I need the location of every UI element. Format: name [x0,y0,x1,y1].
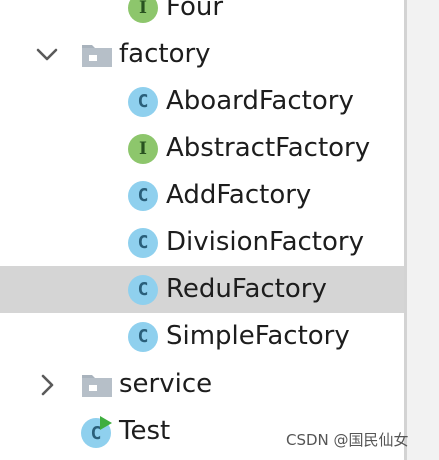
tree-folder-service[interactable]: service [0,361,404,408]
scrollbar-track[interactable] [407,0,439,460]
class-icon: C [128,87,158,117]
folder-icon [82,45,112,67]
project-tree: I Four factory C AboardFactory I Abstrac… [0,0,404,460]
tree-item-label: Four [166,0,224,22]
watermark-text: CSDN @国民仙女 [286,431,409,449]
tree-item-divisionfactory[interactable]: C DivisionFactory [0,219,404,266]
class-icon: C [128,275,158,305]
chevron-down-icon[interactable] [34,42,60,68]
tree-item-addfactory[interactable]: C AddFactory [0,172,404,219]
interface-icon: I [128,0,158,23]
tree-item-label: ReduFactory [166,274,327,304]
tree-item-redufactory[interactable]: C ReduFactory [0,266,404,313]
tree-item-label: AddFactory [166,180,312,210]
class-icon: C [128,181,158,211]
tree-item-label: AbstractFactory [166,133,371,163]
chevron-right-icon[interactable] [34,372,60,398]
tree-item-label: DivisionFactory [166,227,364,257]
tree-item-abstractfactory[interactable]: I AbstractFactory [0,125,404,172]
tree-folder-label: factory [119,39,211,69]
tree-item-label: SimpleFactory [166,321,350,351]
tree-folder-label: service [119,369,213,399]
class-icon: C [128,228,158,258]
tree-item-label: AboardFactory [166,86,354,116]
folder-icon [82,375,112,397]
tree-item-simplefactory[interactable]: C SimpleFactory [0,313,404,360]
svg-text:C: C [91,423,102,444]
class-icon: C [128,322,158,352]
tree-folder-factory[interactable]: factory [0,31,404,78]
runnable-class-icon: C [81,416,112,448]
tree-item-label: Test [119,416,171,446]
tree-item-four[interactable]: I Four [0,0,404,31]
tree-item-aboardfactory[interactable]: C AboardFactory [0,78,404,125]
interface-icon: I [128,134,158,164]
